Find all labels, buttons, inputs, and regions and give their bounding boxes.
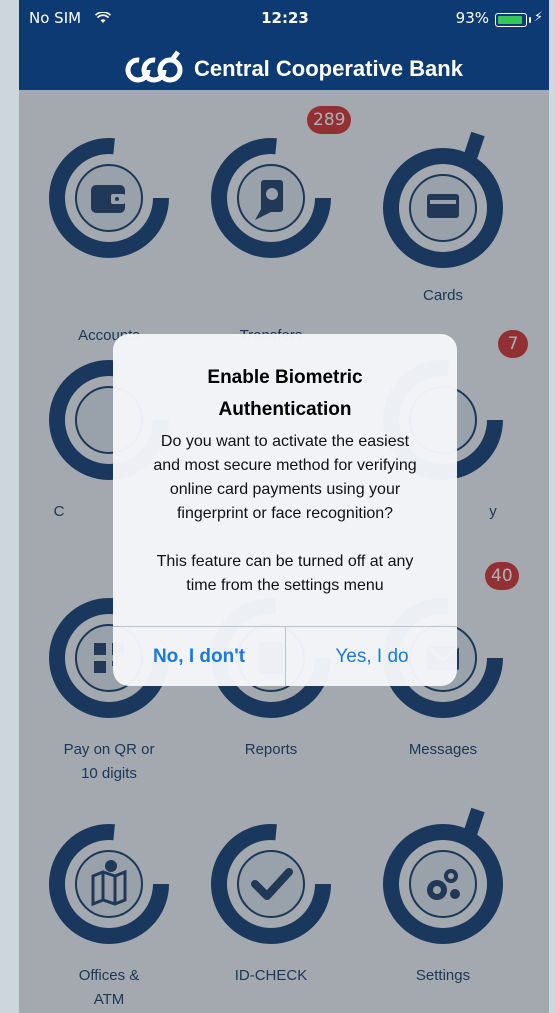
dialog-message-line: and most secure method for verifying [153, 457, 417, 474]
dialog-title: Enable Biometric Authentication [113, 362, 457, 426]
dialog-title-line: Enable Biometric [207, 367, 363, 388]
edge-strip [549, 0, 555, 1013]
dialog-note-line: This feature can be turned off at any [156, 553, 414, 570]
logo-icon [125, 50, 183, 83]
phone-screen: No SIM 12:23 93% ⚡ Central Cooperative B… [19, 0, 551, 1013]
biometric-dialog: Enable Biometric Authentication Do you w… [113, 334, 457, 686]
battery-percent: 93% [455, 9, 489, 27]
dialog-message: Do you want to activate the easiest and … [129, 430, 441, 526]
dialog-note: This feature can be turned off at any ti… [129, 550, 441, 598]
dialog-title-line: Authentication [218, 399, 352, 420]
no-button[interactable]: No, I don't [113, 627, 285, 686]
yes-button[interactable]: Yes, I do [286, 627, 457, 686]
status-bar: No SIM 12:23 93% ⚡ [19, 0, 551, 36]
charging-icon: ⚡ [533, 10, 543, 25]
dialog-message-line: fingerprint or face recognition? [176, 505, 394, 522]
dialog-message-line: online card payments using your [169, 481, 401, 498]
app-header: No SIM 12:23 93% ⚡ Central Cooperative B… [19, 0, 551, 90]
dialog-message-line: Do you want to activate the easiest [160, 433, 410, 450]
battery-icon [495, 13, 531, 27]
dialog-note-line: time from the settings menu [186, 577, 384, 594]
bank-name: Central Cooperative Bank [194, 56, 463, 81]
